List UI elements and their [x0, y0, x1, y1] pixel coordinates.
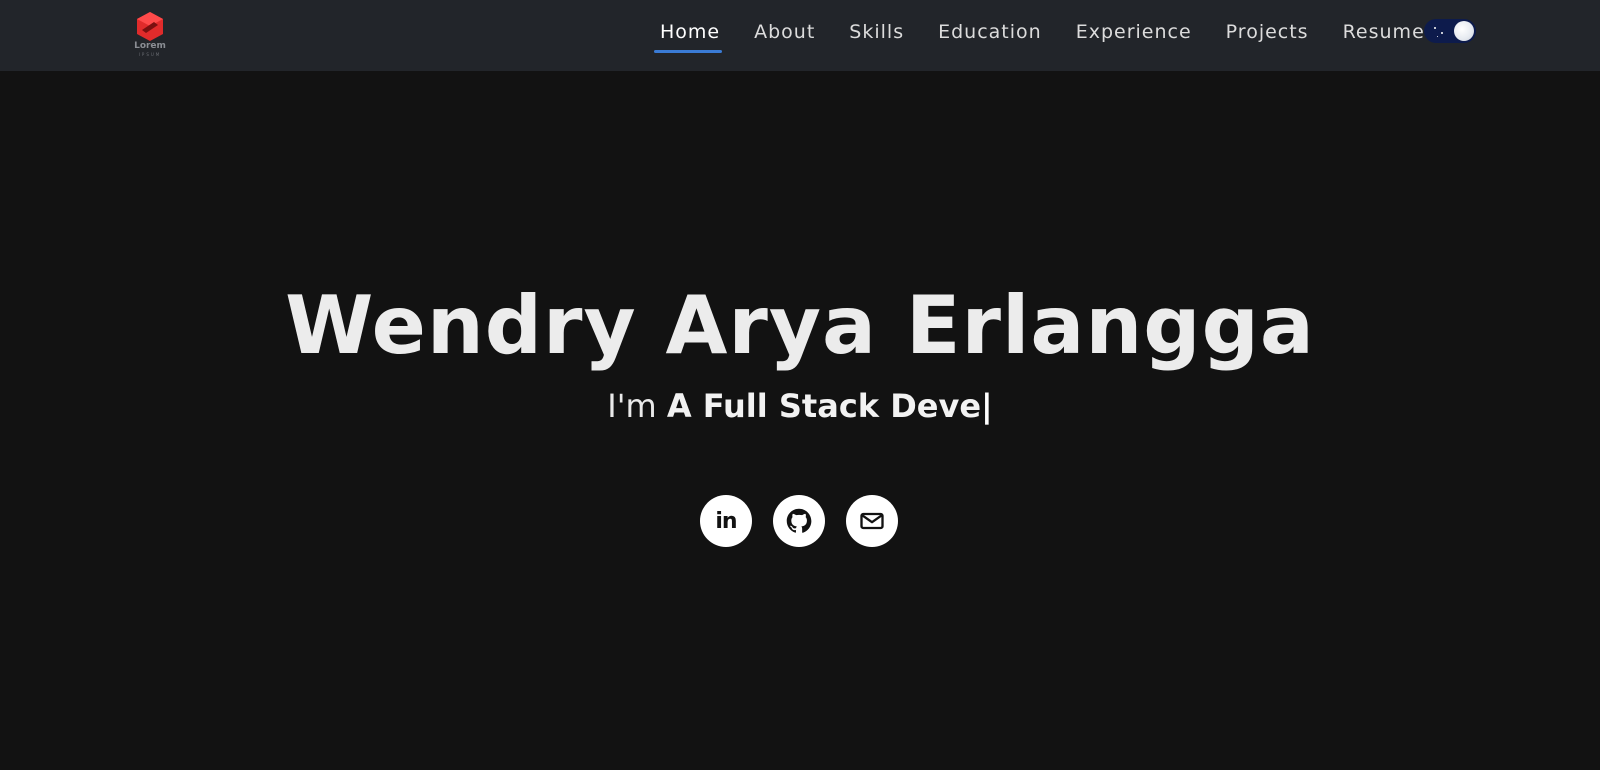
logo-subtext: IPSUM — [138, 52, 162, 57]
brand-logo[interactable]: Lorem IPSUM — [130, 10, 170, 60]
nav-experience[interactable]: Experience — [1076, 21, 1192, 43]
typing-cursor: | — [981, 387, 993, 425]
hero-subtitle: I'm A Full Stack Deve| — [0, 386, 1600, 426]
github-button[interactable] — [773, 495, 825, 547]
nav-education[interactable]: Education — [938, 21, 1042, 43]
hero-typed-role: A Full Stack Deve — [666, 387, 982, 425]
linkedin-button[interactable]: in — [700, 495, 752, 547]
mail-icon — [860, 512, 884, 530]
hero-prefix: I'm — [607, 387, 667, 425]
logo-text: Lorem — [134, 41, 166, 51]
star-icon — [1441, 32, 1443, 34]
star-icon — [1437, 36, 1438, 37]
nav-about[interactable]: About — [754, 21, 815, 43]
email-button[interactable] — [846, 495, 898, 547]
nav-resume[interactable]: Resume — [1343, 21, 1425, 43]
github-icon — [786, 508, 812, 533]
star-icon — [1434, 27, 1436, 29]
nav-projects[interactable]: Projects — [1226, 21, 1309, 43]
nav-skills[interactable]: Skills — [849, 21, 904, 43]
nav-home[interactable]: Home — [653, 21, 723, 53]
nav-links: Home About Skills Education Experience P… — [653, 17, 1441, 53]
social-links: in — [700, 495, 898, 547]
logo-mark-icon — [137, 12, 163, 41]
theme-toggle[interactable] — [1424, 19, 1476, 43]
moon-icon — [1454, 21, 1474, 41]
navbar: Lorem IPSUM Home About Skills Education … — [0, 0, 1600, 71]
hero-name: Wendry Arya Erlangga — [285, 279, 1315, 372]
linkedin-icon: in — [715, 508, 737, 534]
